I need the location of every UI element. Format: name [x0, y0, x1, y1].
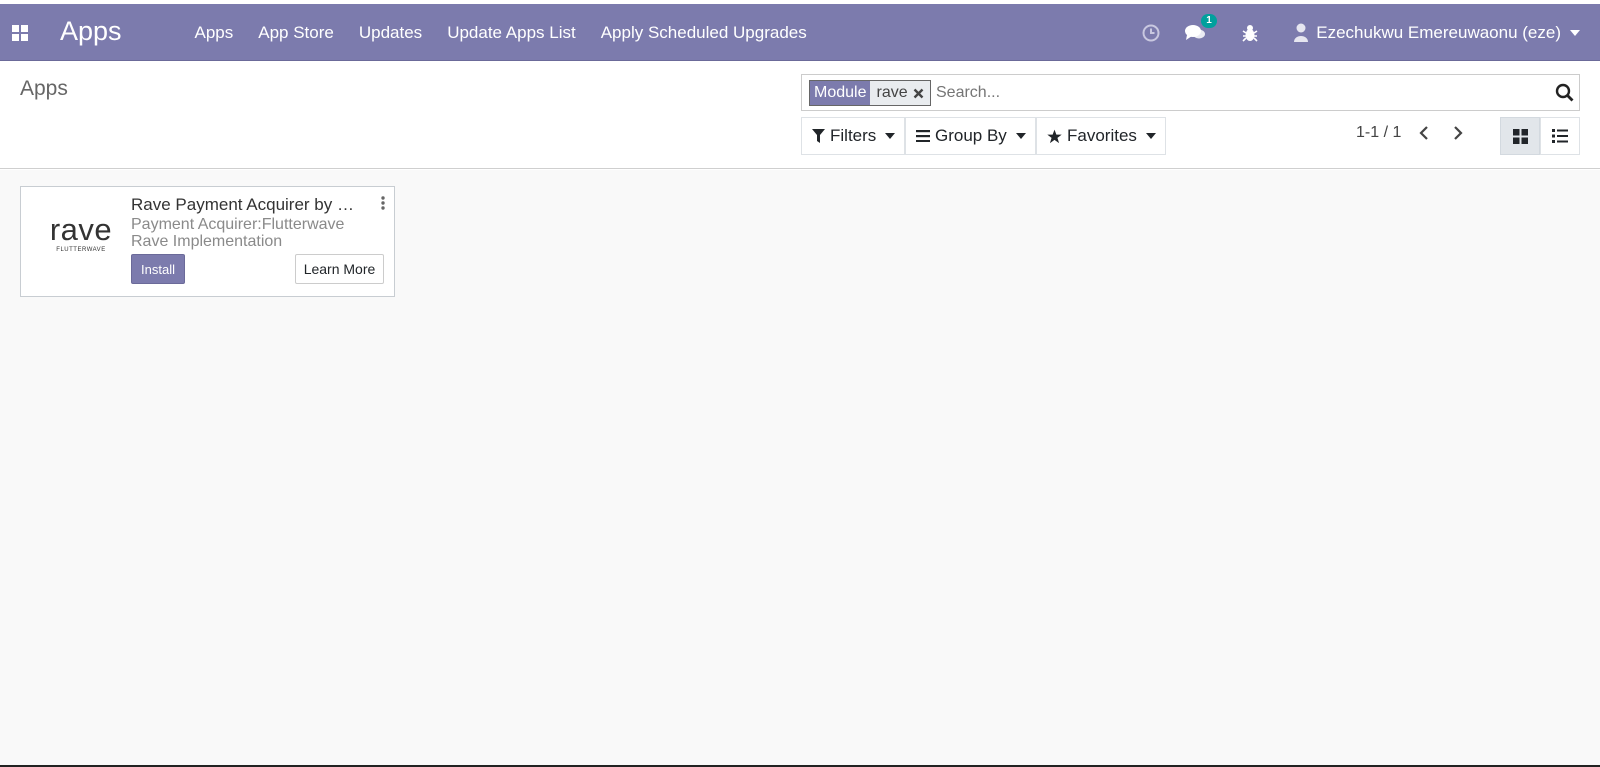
module-summary: Payment Acquirer:Flutterwave Rave Implem…	[131, 216, 345, 250]
logo-subtext: FLUTTERWAVE	[56, 247, 106, 253]
install-button[interactable]: Install	[131, 254, 185, 284]
menu-item-apps[interactable]: Apps	[182, 23, 246, 43]
favorites-dropdown-button[interactable]: Favorites	[1036, 117, 1166, 155]
kanban-view-icon[interactable]	[1500, 117, 1540, 155]
top-navbar: Apps Apps App Store Updates Update Apps …	[0, 4, 1600, 61]
card-kebab-menu-icon[interactable]	[381, 196, 385, 215]
search-input[interactable]	[936, 80, 1536, 106]
groupby-bars-icon	[916, 130, 930, 142]
debug-bug-icon[interactable]	[1242, 24, 1258, 42]
groupby-label: Group By	[935, 126, 1007, 145]
view-switcher	[1500, 117, 1580, 155]
search-facet-value: rave	[876, 84, 908, 101]
search-facet-value-wrap: rave	[870, 81, 930, 105]
pager-value[interactable]: 1-1 / 1	[1356, 124, 1401, 142]
favorites-star-icon	[1047, 129, 1062, 144]
favorites-caret-icon	[1145, 133, 1156, 139]
user-dropdown-caret-icon	[1570, 29, 1580, 36]
groupby-dropdown-button[interactable]: Group By	[905, 117, 1036, 155]
menu-item-updates[interactable]: Updates	[346, 23, 434, 43]
favorites-label: Favorites	[1067, 126, 1137, 145]
facet-remove-icon[interactable]	[913, 88, 924, 99]
search-bar: Module rave	[801, 74, 1580, 111]
app-switcher-icon[interactable]	[8, 21, 32, 45]
search-facet: Module rave	[809, 80, 931, 106]
list-view-icon[interactable]	[1540, 117, 1580, 155]
filters-caret-icon	[885, 133, 896, 139]
breadcrumb: Apps	[20, 77, 68, 100]
systray: 1 Ezechukwu Emereuwaonu (eze)	[1142, 4, 1580, 61]
menu-item-update-apps-list[interactable]: Update Apps List	[435, 23, 589, 43]
menu-item-apply-scheduled-upgrades[interactable]: Apply Scheduled Upgrades	[588, 23, 819, 43]
user-menu[interactable]: Ezechukwu Emereuwaonu (eze)	[1294, 23, 1580, 43]
activity-clock-icon[interactable]	[1142, 24, 1160, 42]
pager: 1-1 / 1	[1356, 124, 1463, 142]
search-icon[interactable]	[1555, 83, 1574, 107]
main-menu: Apps App Store Updates Update Apps List …	[182, 4, 819, 61]
messages-count-badge: 1	[1201, 13, 1217, 28]
messages-chat-icon[interactable]: 1	[1184, 13, 1217, 42]
filter-funnel-icon	[812, 129, 825, 143]
search-options: Filters Group By Favorites	[801, 117, 1166, 155]
groupby-caret-icon	[1015, 133, 1026, 139]
user-name: Ezechukwu Emereuwaonu (eze)	[1316, 22, 1561, 42]
control-panel: Apps Module rave Search... Filters Group…	[0, 61, 1600, 169]
kanban-content: rave FLUTTERWAVE Rave Payment Acquirer b…	[0, 170, 1600, 766]
user-avatar-icon	[1294, 23, 1309, 43]
search-facet-label: Module	[810, 81, 871, 105]
logo-word: rave	[49, 212, 113, 247]
filters-label: Filters	[830, 126, 877, 145]
learn-more-button[interactable]: Learn More	[295, 254, 384, 284]
pager-previous-icon[interactable]	[1419, 125, 1429, 141]
module-logo: rave FLUTTERWAVE	[31, 212, 131, 265]
menu-item-app-store[interactable]: App Store	[246, 23, 347, 43]
filters-dropdown-button[interactable]: Filters	[801, 117, 905, 155]
module-title: Rave Payment Acquirer by Flutterwave	[131, 195, 361, 214]
module-card[interactable]: rave FLUTTERWAVE Rave Payment Acquirer b…	[20, 186, 395, 297]
app-brand-title[interactable]: Apps	[60, 16, 122, 47]
pager-next-icon[interactable]	[1453, 125, 1463, 141]
